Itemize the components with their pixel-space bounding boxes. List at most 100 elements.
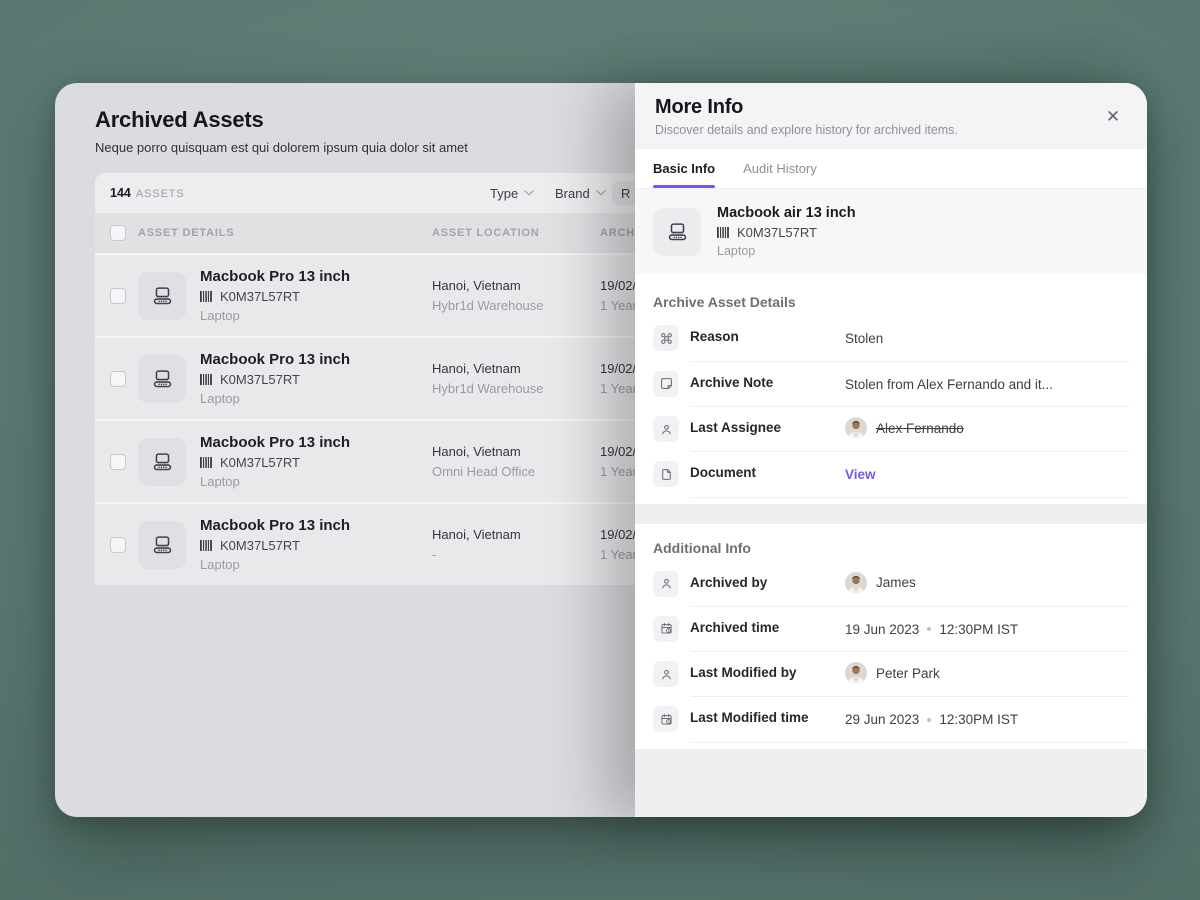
asset-serial: K0M37L57RT <box>737 225 817 240</box>
panel-tabs: Basic Info Audit History <box>635 149 1147 189</box>
asset-site: Hybr1d Warehouse <box>432 381 600 396</box>
asset-count-value: 144 <box>110 186 131 200</box>
close-icon[interactable]: ✕ <box>1101 105 1125 129</box>
detail-label: Last Modified by <box>690 665 845 680</box>
asset-category: Laptop <box>200 391 432 406</box>
detail-label: Last Assignee <box>690 420 845 435</box>
row-checkbox[interactable] <box>110 371 126 387</box>
calendar-clock-icon <box>653 706 679 732</box>
asset-category: Laptop <box>717 244 856 258</box>
asset-count: 144 ASSETS <box>110 186 185 200</box>
asset-thumb <box>138 438 186 486</box>
panel-header: More Info Discover details and explore h… <box>635 83 1147 149</box>
detail-label: Document <box>690 465 845 480</box>
asset-thumb <box>653 208 701 256</box>
assignee-name: Alex Fernando <box>876 418 964 439</box>
laptop-icon <box>151 284 174 307</box>
filter-brand-dropdown[interactable]: Brand <box>555 173 606 213</box>
detail-value: Peter Park <box>845 662 1085 684</box>
time-value: 12:30PM IST <box>939 620 1018 640</box>
detail-value: Stolen <box>845 329 1085 349</box>
asset-name: Macbook Pro 13 inch <box>200 351 432 368</box>
laptop-icon <box>151 533 174 556</box>
detail-value: James <box>845 572 1085 594</box>
asset-summary-card: Macbook air 13 inch K0M37L57RT Laptop <box>635 189 1147 274</box>
detail-label: Archive Note <box>690 375 845 390</box>
date-value: 29 Jun 2023 <box>845 710 919 730</box>
command-icon <box>653 325 679 351</box>
detail-label: Reason <box>690 329 845 344</box>
dot-separator <box>927 718 931 722</box>
asset-serial: K0M37L57RT <box>220 455 300 470</box>
barcode-icon <box>717 227 730 238</box>
barcode-icon <box>200 291 213 302</box>
asset-name: Macbook Pro 13 inch <box>200 268 432 285</box>
section-heading: Additional Info <box>653 540 1129 556</box>
asset-serial: K0M37L57RT <box>220 372 300 387</box>
asset-thumb <box>138 521 186 569</box>
detail-value: 19 Jun 2023 12:30PM IST <box>845 620 1129 640</box>
dot-separator <box>927 627 931 631</box>
detail-label: Last Modified time <box>690 710 845 725</box>
asset-serial: K0M37L57RT <box>220 538 300 553</box>
asset-name: Macbook air 13 inch <box>717 205 856 221</box>
detail-label: Archived by <box>690 575 845 590</box>
asset-category: Laptop <box>200 557 432 572</box>
asset-category: Laptop <box>200 308 432 323</box>
asset-site: Omni Head Office <box>432 464 600 479</box>
column-header-details: ASSET DETAILS <box>138 227 432 239</box>
section-divider <box>635 504 1147 524</box>
asset-name: Macbook Pro 13 inch <box>200 434 432 451</box>
asset-site: Hybr1d Warehouse <box>432 298 600 313</box>
panel-subtitle: Discover details and explore history for… <box>655 123 1127 137</box>
laptop-icon <box>666 220 689 243</box>
asset-city: Hanoi, Vietnam <box>432 527 600 542</box>
barcode-icon <box>200 540 213 551</box>
panel-footer <box>635 749 1147 817</box>
row-checkbox[interactable] <box>110 454 126 470</box>
detail-value: 29 Jun 2023 12:30PM IST <box>845 710 1129 730</box>
asset-city: Hanoi, Vietnam <box>432 444 600 459</box>
filter-type-label: Type <box>490 186 518 201</box>
select-all-checkbox[interactable] <box>110 225 126 241</box>
asset-name: Macbook Pro 13 inch <box>200 517 432 534</box>
person-icon <box>653 661 679 687</box>
file-icon <box>653 461 679 487</box>
asset-serial: K0M37L57RT <box>220 289 300 304</box>
more-info-panel: More Info Discover details and explore h… <box>635 83 1147 817</box>
chevron-down-icon <box>596 190 606 196</box>
tab-basic-info[interactable]: Basic Info <box>653 149 715 188</box>
tab-audit-history[interactable]: Audit History <box>743 149 817 188</box>
detail-label: Archived time <box>690 620 845 635</box>
detail-row-last-modified-time: Last Modified time 29 Jun 2023 12:30PM I… <box>653 697 1129 743</box>
asset-city: Hanoi, Vietnam <box>432 278 600 293</box>
asset-thumb <box>138 355 186 403</box>
barcode-icon <box>200 457 213 468</box>
person-icon <box>653 571 679 597</box>
detail-row-archived-time: Archived time 19 Jun 2023 12:30PM IST <box>653 607 1129 653</box>
barcode-icon <box>200 374 213 385</box>
column-header-location: ASSET LOCATION <box>432 227 600 239</box>
filter-brand-label: Brand <box>555 186 590 201</box>
asset-count-label: ASSETS <box>136 188 185 200</box>
date-value: 19 Jun 2023 <box>845 620 919 640</box>
detail-row-reason: Reason Stolen <box>653 316 1129 362</box>
user-name: James <box>876 572 916 593</box>
calendar-clock-icon <box>653 616 679 642</box>
asset-category: Laptop <box>200 474 432 489</box>
detail-row-archived-by: Archived by James <box>653 562 1129 607</box>
view-document-link[interactable]: View <box>845 467 876 482</box>
asset-city: Hanoi, Vietnam <box>432 361 600 376</box>
asset-thumb <box>138 272 186 320</box>
row-checkbox[interactable] <box>110 288 126 304</box>
detail-value: Alex Fernando <box>845 417 1085 439</box>
section-heading: Archive Asset Details <box>653 294 1129 310</box>
asset-site: - <box>432 547 600 562</box>
detail-value: Stolen from Alex Fernando and it... <box>845 375 1057 395</box>
panel-title: More Info <box>655 96 1127 119</box>
detail-row-archive-note: Archive Note Stolen from Alex Fernando a… <box>653 362 1129 408</box>
person-icon <box>653 416 679 442</box>
avatar <box>845 662 867 684</box>
filter-type-dropdown[interactable]: Type <box>490 173 534 213</box>
row-checkbox[interactable] <box>110 537 126 553</box>
